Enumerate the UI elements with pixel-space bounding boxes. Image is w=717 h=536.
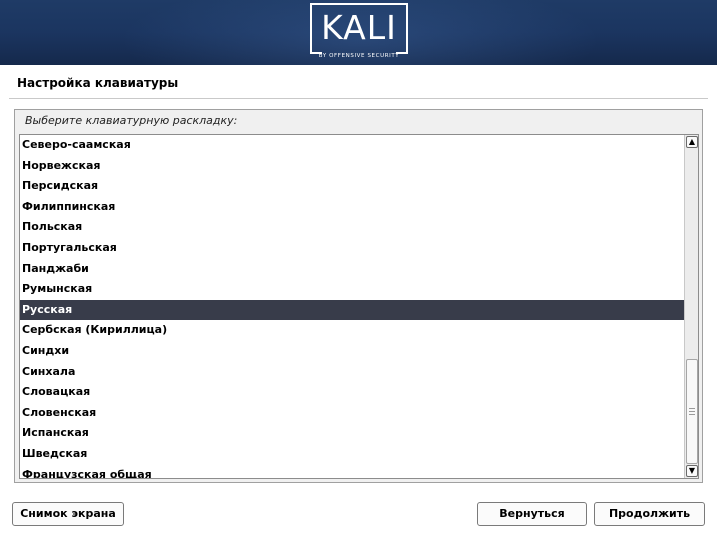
scroll-down-button[interactable]: ▼ (686, 465, 698, 477)
keyboard-prompt: Выберите клавиатурную раскладку: (25, 114, 238, 127)
keyboard-layout-list[interactable]: Северо-саамская Норвежская Персидская Филип… (19, 134, 699, 479)
list-item[interactable]: Словацкая (20, 382, 684, 403)
list-item[interactable]: Персидская (20, 176, 684, 197)
list-item[interactable]: Испанская (20, 423, 684, 444)
logo-text: KALI (321, 8, 397, 47)
list-item-selected[interactable]: Русская (20, 299, 684, 321)
list-item[interactable]: Северо-саамская (20, 135, 684, 156)
scrollbar-thumb[interactable] (686, 359, 698, 464)
list-item[interactable]: Французская общая (20, 465, 684, 479)
list-item[interactable]: Сербская (Кириллица) (20, 320, 684, 341)
kali-logo: KALI BY OFFENSIVE SECURITY (310, 3, 408, 63)
keyboard-layout-panel: Выберите клавиатурную раскладку: Северо-… (14, 109, 703, 483)
list-item[interactable]: Филиппинская (20, 197, 684, 218)
list-item[interactable]: Словенская (20, 403, 684, 424)
chevron-up-icon: ▲ (688, 137, 696, 146)
continue-button[interactable]: Продолжить (594, 502, 705, 526)
layout-list-items: Северо-саамская Норвежская Персидская Филип… (20, 135, 684, 479)
page-title: Настройка клавиатуры (17, 76, 179, 90)
scroll-up-button[interactable]: ▲ (686, 136, 698, 148)
list-item[interactable]: Синхала (20, 362, 684, 383)
back-button[interactable]: Вернуться (477, 502, 587, 526)
chevron-down-icon: ▼ (688, 466, 696, 475)
list-item[interactable]: Норвежская (20, 156, 684, 177)
screenshot-button[interactable]: Снимок экрана (12, 502, 124, 526)
list-item[interactable]: Шведская (20, 444, 684, 465)
list-item[interactable]: Португальская (20, 238, 684, 259)
title-divider (9, 98, 708, 99)
list-item[interactable]: Румынская (20, 279, 684, 300)
kali-banner: KALI BY OFFENSIVE SECURITY (0, 0, 717, 65)
list-item[interactable]: Синдхи (20, 341, 684, 362)
list-item[interactable]: Польская (20, 217, 684, 238)
list-scrollbar[interactable]: ▲ ▼ (684, 135, 698, 478)
list-item[interactable]: Панджаби (20, 259, 684, 280)
logo-subtitle: BY OFFENSIVE SECURITY (318, 53, 400, 59)
grip-icon (689, 408, 695, 415)
